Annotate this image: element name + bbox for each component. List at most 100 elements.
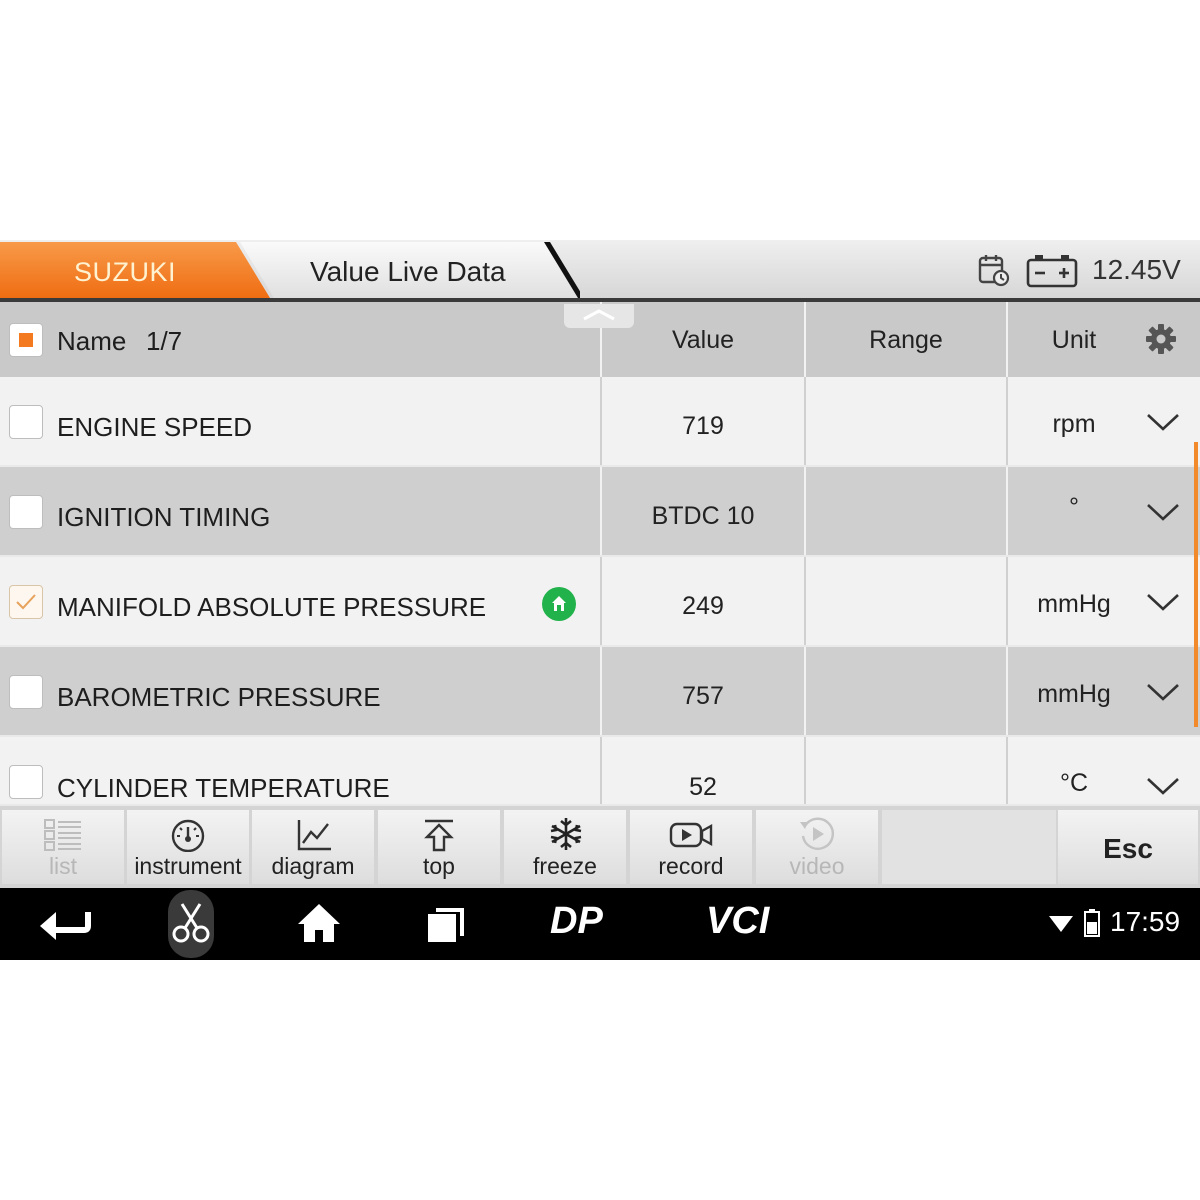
chevron-down-icon[interactable] — [1146, 501, 1180, 523]
instrument-label: instrument — [134, 853, 242, 879]
system-nav-bar: DP VCI 17:59 — [0, 888, 1200, 960]
esc-button[interactable]: Esc — [1058, 810, 1198, 884]
chevron-down-icon[interactable] — [1146, 681, 1180, 703]
page-indicator: 1/7 — [146, 326, 183, 356]
brand-tab[interactable]: SUZUKI — [0, 242, 270, 298]
value-cell: 249 — [602, 557, 804, 645]
name-cell: MANIFOLD ABSOLUTE PRESSURE — [0, 557, 600, 645]
unit-cell: mmHg — [1008, 557, 1200, 645]
line-chart-icon — [297, 820, 331, 851]
value-header-label: Value — [671, 326, 735, 354]
parameter-name: CYLINDER TEMPERATURE — [57, 773, 390, 803]
chevron-down-icon[interactable] — [1146, 411, 1180, 433]
parameter-unit: mmHg — [1037, 680, 1111, 708]
collapse-handle[interactable] — [564, 304, 634, 328]
name-header-label: Name — [57, 326, 127, 356]
video-camera-icon — [669, 822, 713, 848]
toolbar-spacer — [882, 810, 1056, 884]
system-clock: 17:59 — [1110, 906, 1181, 937]
parameter-unit: mmHg — [1037, 590, 1111, 618]
diagram-label: diagram — [271, 853, 355, 879]
top-label: top — [423, 853, 455, 879]
header-bar: SUZUKI Value Live Data 12.45V — [0, 240, 1200, 302]
unit-cell: rpm — [1008, 377, 1200, 465]
instrument-button[interactable]: instrument — [127, 810, 249, 884]
brand-label: SUZUKI — [73, 257, 176, 287]
snowflake-icon — [550, 818, 582, 850]
recent-apps-icon[interactable] — [426, 904, 468, 944]
title-tab[interactable]: Value Live Data — [240, 242, 580, 298]
top-button[interactable]: top — [378, 810, 500, 884]
replay-video-icon — [800, 817, 835, 850]
value-cell: BTDC 10 — [602, 467, 804, 555]
parameter-value: 757 — [682, 682, 724, 710]
freeze-label: freeze — [533, 853, 597, 879]
parameter-value: BTDC 10 — [651, 502, 755, 530]
parameter-value: 719 — [682, 412, 724, 440]
unit-header-label: Unit — [1051, 326, 1097, 354]
unit-cell: ° — [1008, 467, 1200, 555]
record-label: record — [658, 853, 724, 879]
row-checkbox[interactable] — [9, 405, 43, 439]
table-row[interactable]: CYLINDER TEMPERATURE 52 °C — [0, 737, 1200, 804]
video-button[interactable]: video — [756, 810, 878, 884]
value-cell: 757 — [602, 647, 804, 735]
range-cell — [806, 377, 1006, 465]
parameter-name: BAROMETRIC PRESSURE — [57, 682, 381, 712]
value-cell: 719 — [602, 377, 804, 465]
parameter-value: 52 — [689, 773, 717, 801]
range-header-label: Range — [869, 326, 943, 354]
range-cell — [806, 647, 1006, 735]
unit-cell: mmHg — [1008, 647, 1200, 735]
row-checkbox[interactable] — [9, 495, 43, 529]
record-button[interactable]: record — [630, 810, 752, 884]
scissors-icon — [172, 903, 210, 943]
freeze-button[interactable]: freeze — [504, 810, 626, 884]
name-cell: ENGINE SPEED — [0, 377, 600, 465]
diagnostic-screen: SUZUKI Value Live Data 12.45V Name 1/7 V… — [0, 240, 1200, 960]
vci-shortcut[interactable]: VCI — [706, 900, 769, 943]
gear-icon[interactable] — [1144, 322, 1178, 356]
range-cell — [806, 467, 1006, 555]
row-checkbox-checked[interactable] — [9, 585, 43, 619]
video-label: video — [789, 853, 845, 879]
name-column-header: Name 1/7 — [0, 302, 600, 377]
value-cell: 52 — [602, 737, 804, 804]
parameter-unit: ° — [1069, 493, 1079, 521]
range-cell — [806, 557, 1006, 645]
back-arrow-icon[interactable] — [38, 906, 92, 942]
chevron-up-icon — [583, 309, 615, 321]
battery-icon — [1026, 255, 1078, 288]
parameter-name: IGNITION TIMING — [57, 502, 271, 532]
dp-shortcut[interactable]: DP — [550, 900, 603, 943]
parameter-name: ENGINE SPEED — [57, 412, 253, 442]
range-column-header: Range — [806, 302, 1006, 377]
table-row[interactable]: IGNITION TIMING BTDC 10 ° — [0, 467, 1200, 555]
name-cell: BAROMETRIC PRESSURE — [0, 647, 600, 735]
home-icon[interactable] — [296, 902, 342, 944]
table-row[interactable]: BAROMETRIC PRESSURE 757 mmHg — [0, 647, 1200, 735]
chevron-down-icon[interactable] — [1146, 591, 1180, 613]
list-label: list — [48, 853, 78, 879]
live-data-table: Name 1/7 Value Range Unit ENGINE SPEED 7… — [0, 302, 1200, 804]
home-badge-icon[interactable] — [541, 586, 577, 622]
calendar-clock-icon[interactable] — [976, 252, 1012, 288]
unit-column-header: Unit — [1008, 302, 1200, 377]
table-row[interactable]: MANIFOLD ABSOLUTE PRESSURE 249 mmHg — [0, 557, 1200, 645]
row-checkbox[interactable] — [9, 675, 43, 709]
wifi-icon — [1049, 916, 1073, 932]
chevron-down-icon[interactable] — [1146, 775, 1180, 797]
list-button[interactable]: list — [2, 810, 124, 884]
table-row[interactable]: ENGINE SPEED 719 rpm — [0, 377, 1200, 465]
select-all-checkbox[interactable] — [9, 323, 43, 357]
parameter-name: MANIFOLD ABSOLUTE PRESSURE — [57, 592, 487, 622]
diagram-button[interactable]: diagram — [252, 810, 374, 884]
bottom-toolbar: list instrument diagram top freeze recor… — [0, 806, 1200, 888]
page-title: Value Live Data — [310, 256, 506, 287]
row-checkbox[interactable] — [9, 765, 43, 799]
gauge-icon — [171, 819, 205, 852]
table-header-row: Name 1/7 Value Range Unit — [0, 302, 1200, 377]
parameter-value: 249 — [682, 592, 724, 620]
screenshot-button[interactable] — [168, 890, 214, 958]
scrollbar[interactable] — [1194, 442, 1198, 727]
